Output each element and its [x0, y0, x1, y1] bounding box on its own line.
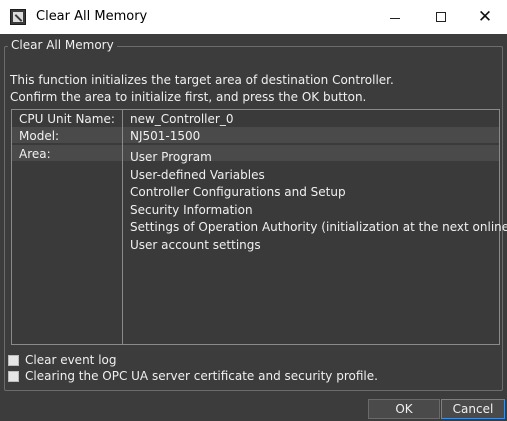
ok-button[interactable]: OK	[368, 399, 440, 419]
minimize-button[interactable]	[373, 0, 417, 34]
area-item: User account settings	[130, 237, 261, 252]
title-bar: Clear All Memory ✕	[0, 0, 507, 34]
area-item: User-defined Variables	[130, 167, 265, 182]
maximize-button[interactable]	[419, 0, 463, 34]
checkbox-box	[8, 370, 19, 382]
group-title: Clear All Memory	[8, 38, 117, 52]
cpu-unit-name-label: CPU Unit Name:	[19, 112, 115, 126]
area-item: Controller Configurations and Setup	[130, 185, 346, 199]
clear-event-log-checkbox[interactable]: Clear event log	[8, 353, 116, 367]
cancel-button[interactable]: Cancel	[441, 399, 505, 419]
area-list: User Program User-defined Variables Cont…	[130, 149, 507, 254]
clear-opcua-certificate-checkbox[interactable]: Clearing the OPC UA server certificate a…	[8, 369, 378, 383]
area-item: Settings of Operation Authority (initial…	[130, 220, 507, 234]
clear-opcua-certificate-label: Clearing the OPC UA server certificate a…	[25, 369, 378, 383]
area-item: Security Information	[130, 202, 253, 217]
model-value: NJ501-1500	[130, 129, 201, 143]
checkbox-box	[8, 354, 19, 366]
maximize-icon	[436, 12, 446, 22]
model-row-highlight	[12, 127, 499, 143]
column-divider	[122, 110, 123, 344]
description-line-2: Confirm the area to initialize first, an…	[10, 90, 367, 104]
close-icon: ✕	[477, 7, 493, 27]
cpu-unit-name-value: new_Controller_0	[130, 112, 234, 126]
model-label: Model:	[19, 129, 60, 143]
clear-event-log-label: Clear event log	[25, 353, 117, 367]
description-line-1: This function initializes the target are…	[10, 73, 394, 87]
minimize-icon	[390, 17, 400, 19]
close-button[interactable]: ✕	[463, 0, 507, 34]
area-item: User Program	[130, 150, 212, 164]
window-title: Clear All Memory	[36, 9, 148, 24]
app-icon	[10, 9, 26, 25]
clear-all-memory-dialog: Clear All Memory ✕ Clear All Memory This…	[0, 0, 507, 421]
area-label: Area:	[19, 147, 51, 161]
